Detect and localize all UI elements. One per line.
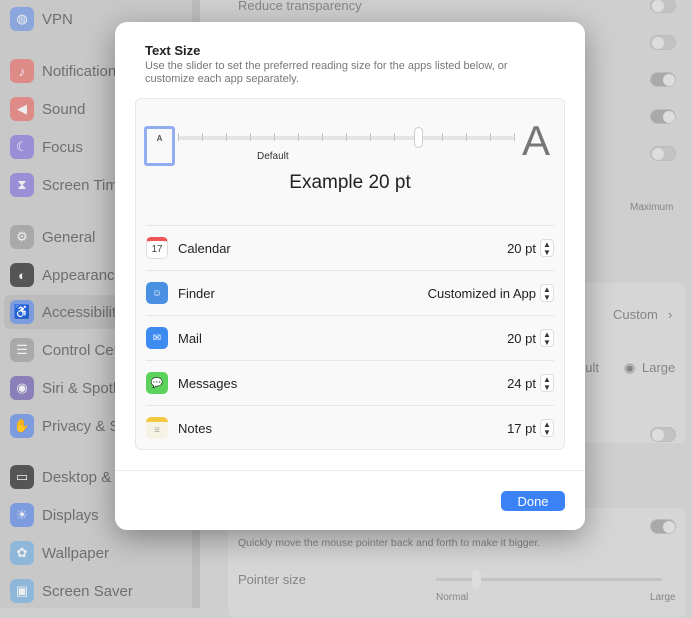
shake-to-locate-toggle[interactable]: [650, 519, 676, 534]
flower-icon: ✿: [10, 541, 34, 565]
slider-tick: [178, 133, 179, 141]
siri-icon: ◉: [10, 376, 34, 400]
slider-tick: [514, 133, 515, 141]
maximum-label: Maximum: [630, 202, 674, 213]
sidebar-item-label: Accessibility: [42, 303, 124, 321]
text-size-dialog: Text Size Use the slider to set the pref…: [115, 22, 585, 530]
sidebar-item-label: Wallpaper: [42, 544, 109, 562]
custom-value[interactable]: Custom: [613, 307, 658, 322]
sidebar-item-label: Displays: [42, 506, 99, 524]
app-row: ✉ Mail 20 pt ▲ ▼: [146, 315, 554, 360]
hourglass-icon: ⧗: [10, 173, 34, 197]
sidebar-item-label: General: [42, 228, 96, 246]
shake-description: Quickly move the mouse pointer back and …: [238, 537, 541, 549]
slider-tick: [202, 133, 203, 141]
app-row: ≡ Notes 17 pt ▲ ▼: [146, 405, 554, 450]
sidebar-item-label: VPN: [42, 10, 73, 28]
toggle-switch[interactable]: [650, 146, 676, 161]
app-row: ☺ Finder Customized in App ▲ ▼: [146, 270, 554, 315]
chevron-right-icon: ›: [668, 307, 673, 322]
dialog-description: Use the slider to set the preferred read…: [145, 60, 508, 85]
default-label: Default: [257, 151, 289, 162]
example-text: Example 20 pt: [289, 172, 411, 193]
large-text-icon[interactable]: A: [522, 117, 550, 165]
slider-tick: [466, 133, 467, 141]
dialog-title: Text Size: [145, 43, 201, 58]
pointer-size-label: Pointer size: [238, 572, 306, 587]
chevron-up-down-icon[interactable]: ▲ ▼: [540, 284, 554, 302]
app-name: Messages: [178, 375, 238, 391]
app-name: Calendar: [178, 240, 231, 256]
toggles-icon: ☰: [10, 338, 34, 362]
app-row: 💬 Messages 24 pt ▲ ▼: [146, 360, 554, 405]
app-name: Notes: [178, 420, 212, 436]
bell-icon: ♪: [10, 59, 34, 83]
toggle-switch[interactable]: [650, 35, 676, 50]
toggle-switch[interactable]: [650, 0, 676, 13]
done-button[interactable]: Done: [501, 491, 565, 511]
toggle-switch[interactable]: [650, 109, 676, 124]
notes-icon: ≡: [146, 417, 168, 439]
pointer-size-slider[interactable]: [436, 578, 662, 581]
reduce-transparency-label: Reduce transparency: [238, 0, 362, 13]
calendar-icon: 17: [146, 237, 168, 259]
app-size-value[interactable]: 17 pt: [507, 421, 536, 436]
slider-tick: [322, 133, 323, 141]
chevron-up-down-icon[interactable]: ▲ ▼: [540, 374, 554, 392]
app-size-value[interactable]: 20 pt: [507, 241, 536, 256]
large-option-label: Large: [642, 360, 676, 375]
sidebar-item-label: Screen Time: [42, 176, 127, 194]
sidebar-item-label: Sound: [42, 100, 86, 118]
hand-icon: ✋: [10, 414, 34, 438]
slider-tick: [250, 133, 251, 141]
finder-icon: ☺: [146, 282, 168, 304]
large-label: Large: [650, 592, 676, 603]
appearance-icon: ◐: [10, 263, 34, 287]
sidebar-item[interactable]: ✿ Wallpaper: [4, 536, 194, 570]
desktop-icon: ▭: [10, 465, 34, 489]
moon-icon: ☾: [10, 135, 34, 159]
slider-tick: [490, 133, 491, 141]
speaker-icon: ◀: [10, 97, 34, 121]
toggle-switch[interactable]: [650, 427, 676, 442]
mail-icon: ✉: [146, 327, 168, 349]
chevron-up-down-icon[interactable]: ▲ ▼: [540, 419, 554, 437]
app-row: 17 Calendar 20 pt ▲ ▼: [146, 225, 554, 270]
toggle-switch[interactable]: [650, 72, 676, 87]
gear-icon: ⚙: [10, 225, 34, 249]
slider-tick: [346, 133, 347, 141]
messages-icon: 💬: [146, 372, 168, 394]
slider-thumb[interactable]: [414, 127, 423, 148]
divider: [115, 470, 585, 471]
text-size-card: A Default A Example 20 pt 17 Calendar 20 p…: [135, 98, 565, 450]
sidebar-item-label: Notifications: [42, 62, 124, 80]
sun-icon: ☀: [10, 503, 34, 527]
accessibility-icon: ♿: [10, 300, 34, 324]
normal-label: Normal: [436, 592, 469, 603]
app-size-value[interactable]: 20 pt: [507, 331, 536, 346]
sidebar-item-label: Appearance: [42, 266, 123, 284]
app-size-value[interactable]: 24 pt: [507, 376, 536, 391]
small-text-icon[interactable]: A: [144, 126, 175, 166]
slider-tick: [394, 133, 395, 141]
slider-tick: [274, 133, 275, 141]
sidebar-item-label: Screen Saver: [42, 582, 133, 600]
text-size-slider[interactable]: [178, 127, 515, 148]
slider-tick: [370, 133, 371, 141]
slider-tick: [442, 133, 443, 141]
globe-icon: ◍: [10, 7, 34, 31]
sidebar-item-label: Focus: [42, 138, 83, 156]
slider-tick: [298, 133, 299, 141]
app-size-value[interactable]: Customized in App: [428, 286, 536, 301]
chevron-up-down-icon[interactable]: ▲ ▼: [540, 329, 554, 347]
app-name: Mail: [178, 330, 202, 346]
radio-large-selected[interactable]: ◉: [624, 360, 635, 376]
screensaver-icon: ▣: [10, 579, 34, 603]
pointer-size-thumb[interactable]: [472, 570, 481, 589]
app-name: Finder: [178, 285, 215, 301]
chevron-up-down-icon[interactable]: ▲ ▼: [540, 239, 554, 257]
sidebar-item[interactable]: ▣ Screen Saver: [4, 574, 194, 608]
slider-tick: [226, 133, 227, 141]
